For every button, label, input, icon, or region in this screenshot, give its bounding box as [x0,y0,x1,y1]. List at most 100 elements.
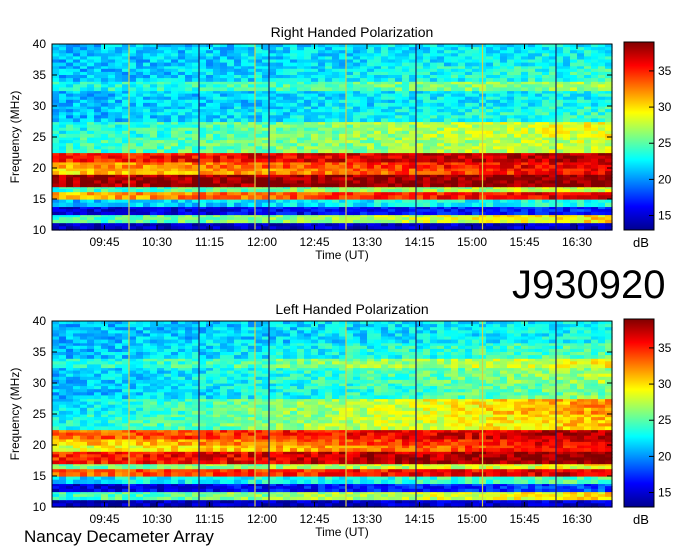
heatmap-cell [500,149,508,154]
heatmap-cell [416,87,424,92]
heatmap-cell [297,202,305,208]
heatmap-cell [444,219,452,224]
heatmap-cell [185,211,193,216]
heatmap-cell [535,189,543,193]
heatmap-cell [465,202,473,208]
heatmap-cell [444,202,452,208]
heatmap-cell [402,171,410,175]
heatmap-cell [290,499,298,504]
heatmap-cell [577,222,585,227]
heatmap-cell [136,164,144,169]
heatmap-cell [542,211,550,216]
heatmap-cell [325,62,333,67]
heatmap-cell [507,149,515,154]
heatmap-cell [577,149,585,154]
heatmap-cell [108,199,116,204]
heatmap-cell [66,499,74,504]
heatmap-cell [52,189,60,193]
heatmap-cell [535,87,543,92]
heatmap-cell [108,164,116,169]
heatmap-cell [500,222,508,227]
heatmap-cell [388,149,396,154]
heatmap-cell [591,183,599,188]
heatmap-cell [178,222,186,227]
heatmap-cell [346,219,354,224]
heatmap-cell [325,499,333,504]
heatmap-cell [213,183,221,188]
heatmap-cell [346,199,354,204]
heatmap-cell [220,102,228,107]
heatmap-cell [451,158,459,163]
heatmap-cell [577,133,585,138]
heatmap-cell [80,202,88,208]
heatmap-cell [570,87,578,92]
heatmap-cell [220,78,228,82]
heatmap-cell [164,191,172,196]
heatmap-cell [73,499,81,504]
heatmap-cell [66,191,74,196]
heatmap-cell [437,211,445,216]
heatmap-cell [535,158,543,163]
heatmap-cell [528,199,536,204]
heatmap-cell [66,62,74,67]
y-axis-label: Frequency (MHz) [8,91,22,184]
heatmap-cell [297,183,305,188]
heatmap-cell [472,102,480,107]
heatmap-cell [276,191,284,196]
y-tick-label: 30 [33,99,47,113]
heatmap-cell [402,222,410,227]
heatmap-cell [325,118,333,123]
heatmap-cell [402,62,410,67]
heatmap-cell [598,87,606,92]
heatmap-cell [297,87,305,92]
heatmap-cell [87,118,95,123]
heatmap-cell [150,158,158,163]
heatmap-cell [514,202,522,208]
heatmap-cell [493,499,501,504]
heatmap-cell [150,199,158,204]
heatmap-cell [59,171,67,175]
heatmap-cell [381,164,389,169]
heatmap-cell [220,211,228,216]
heatmap-cell [101,133,109,138]
heatmap-cell [52,199,60,204]
heatmap-cell [444,158,452,163]
heatmap-cell [486,191,494,196]
heatmap-cell [325,211,333,216]
heatmap-cell [332,149,340,154]
heatmap-cell [136,199,144,204]
x-tick-label: 11:15 [195,235,224,249]
heatmap-cell [108,211,116,216]
heatmap-cell [521,195,529,200]
heatmap-cell [283,87,291,92]
heatmap-cell [269,202,277,208]
heatmap-cell [507,199,515,204]
heatmap-cell [563,195,571,200]
heatmap-cell [234,211,242,216]
heatmap-cell [528,149,536,154]
heatmap-cell [304,133,312,138]
heatmap-cell [493,87,501,92]
heatmap-cell [269,62,277,67]
heatmap-cell [577,164,585,169]
heatmap-cell [444,183,452,188]
heatmap-cell [129,199,137,204]
heatmap-cell [276,78,284,82]
heatmap-cell [388,102,396,107]
heatmap-cell [521,219,529,224]
heatmap-cell [276,219,284,224]
heatmap-cell [129,158,137,163]
heatmap-cell [129,211,137,216]
heatmap-cell [66,102,74,107]
heatmap-cell [416,78,424,82]
y-tick-label: 40 [33,37,47,51]
heatmap-cell [101,202,109,208]
heatmap-cell [591,171,599,175]
heatmap-cell [199,222,207,227]
heatmap-cell [136,191,144,196]
heatmap-cell [178,102,186,107]
heatmap-cell [591,202,599,208]
heatmap-cell [584,211,592,216]
heatmap-cell [241,149,249,154]
heatmap-cell [374,164,382,169]
